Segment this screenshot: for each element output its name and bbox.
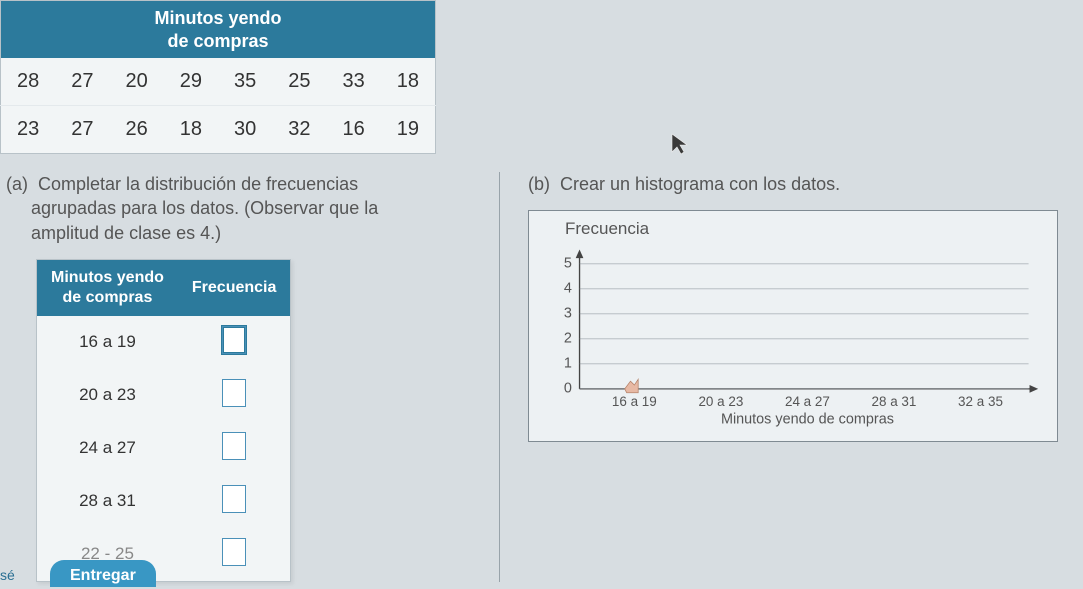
ytick-1: 1	[564, 356, 572, 372]
freq-value-cell	[178, 475, 291, 528]
xtick-2: 24 a 27	[785, 394, 830, 409]
data-cell: 19	[381, 106, 436, 154]
freq-input-0[interactable]	[222, 326, 246, 354]
part-a-label: (a)	[6, 174, 28, 194]
histogram-box: Frecuencia	[528, 210, 1058, 442]
pointer-hand-icon	[625, 380, 638, 393]
data-cell: 27	[55, 106, 109, 154]
data-table-header: Minutos yendo de compras	[1, 1, 436, 59]
freq-h1-l1: Minutos yendo	[51, 269, 164, 286]
data-cell: 27	[55, 58, 109, 106]
gridlines	[580, 264, 1029, 389]
freq-row: 16 a 19	[37, 316, 291, 369]
part-a-text-3: amplitud de clase es 4.)	[31, 223, 221, 243]
x-axis-label: Minutos yendo de compras	[721, 412, 894, 428]
freq-input-2[interactable]	[222, 432, 246, 460]
data-cell: 30	[218, 106, 272, 154]
freq-h1-l2: de compras	[63, 289, 153, 306]
data-cell: 23	[1, 106, 56, 154]
data-cell: 26	[110, 106, 164, 154]
entregar-button[interactable]: Entregar	[50, 560, 156, 587]
histogram-svg: 0 1 2 3 4 5 16 a 19 20 a 23 24 a 27 28 a…	[543, 241, 1043, 431]
freq-row: 28 a 31	[37, 475, 291, 528]
freq-input-3[interactable]	[222, 485, 246, 513]
table-row: 28 27 20 29 35 25 33 18	[1, 58, 436, 106]
data-cell: 20	[110, 58, 164, 106]
part-a-text-1: Completar la distribución de frecuencias	[38, 174, 358, 194]
freq-value-cell	[178, 369, 291, 422]
freq-input-4[interactable]	[222, 538, 246, 566]
ytick-2: 2	[564, 331, 572, 347]
freq-class: 20 a 23	[37, 369, 178, 422]
frequency-table: Minutos yendo de compras Frecuencia 16 a…	[36, 259, 291, 582]
freq-input-1[interactable]	[222, 379, 246, 407]
xtick-1: 20 a 23	[698, 394, 743, 409]
freq-class: 16 a 19	[37, 316, 178, 369]
ytick-4: 4	[564, 281, 572, 297]
ytick-5: 5	[564, 256, 572, 272]
question-row: (a) Completar la distribución de frecuen…	[0, 172, 1083, 582]
data-cell: 25	[272, 58, 326, 106]
data-table-header-line1: Minutos yendo	[155, 8, 282, 28]
part-b-text: Crear un histograma con los datos.	[560, 174, 840, 194]
data-cell: 35	[218, 58, 272, 106]
freq-header-class: Minutos yendo de compras	[37, 259, 178, 316]
data-cell: 33	[327, 58, 381, 106]
freq-value-cell	[178, 528, 291, 582]
freq-row: 24 a 27	[37, 422, 291, 475]
table-row: 23 27 26 18 30 32 16 19	[1, 106, 436, 154]
xtick-0: 16 a 19	[612, 394, 657, 409]
part-b-label: (b)	[528, 174, 550, 194]
data-cell: 28	[1, 58, 56, 106]
part-a-prompt: (a) Completar la distribución de frecuen…	[6, 172, 489, 245]
data-table-header-line2: de compras	[167, 31, 268, 51]
histogram-canvas[interactable]: 0 1 2 3 4 5 16 a 19 20 a 23 24 a 27 28 a…	[543, 241, 1043, 431]
data-cell: 18	[164, 106, 218, 154]
data-cell: 29	[164, 58, 218, 106]
freq-value-cell	[178, 422, 291, 475]
data-cell: 16	[327, 106, 381, 154]
no-se-text: sé	[0, 567, 15, 583]
freq-value-cell	[178, 316, 291, 369]
ytick-3: 3	[564, 306, 572, 322]
ytick-0: 0	[564, 381, 572, 397]
chart-y-title: Frecuencia	[565, 219, 1043, 239]
freq-row: 20 a 23	[37, 369, 291, 422]
part-b: (b) Crear un histograma con los datos. F…	[500, 172, 1083, 442]
part-b-prompt: (b) Crear un histograma con los datos.	[528, 172, 1073, 196]
data-values-table: Minutos yendo de compras 28 27 20 29 35 …	[0, 0, 436, 154]
mouse-cursor-icon	[670, 132, 690, 156]
freq-class: 24 a 27	[37, 422, 178, 475]
part-a-text-2: agrupadas para los datos. (Observar que …	[31, 198, 378, 218]
freq-header-count: Frecuencia	[178, 259, 291, 316]
freq-class: 28 a 31	[37, 475, 178, 528]
data-cell: 32	[272, 106, 326, 154]
xtick-4: 32 a 35	[958, 394, 1003, 409]
part-a: (a) Completar la distribución de frecuen…	[0, 172, 500, 582]
xtick-3: 28 a 31	[872, 394, 917, 409]
data-cell: 18	[381, 58, 436, 106]
